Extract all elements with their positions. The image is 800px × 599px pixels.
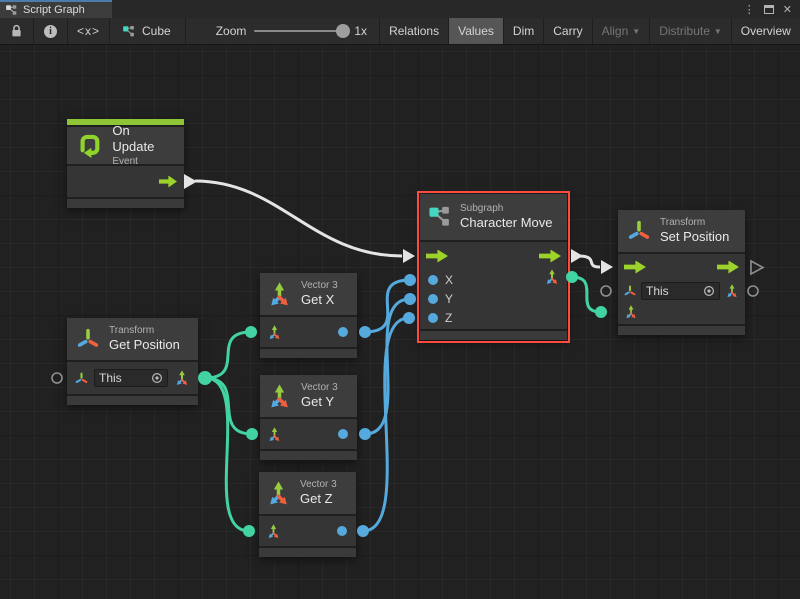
flow-output-port[interactable] xyxy=(717,261,739,274)
graph-object-selector[interactable]: Cube xyxy=(110,18,186,44)
code-view-button[interactable]: <x> xyxy=(68,18,110,44)
transform-icon xyxy=(626,218,652,244)
vector3-output-port[interactable] xyxy=(543,268,561,286)
node-subtitle: Vector 3 xyxy=(301,382,338,395)
node-footer xyxy=(420,331,567,340)
vector3-output-port[interactable] xyxy=(173,369,191,387)
flow-input-port[interactable] xyxy=(624,261,646,274)
chevron-down-icon: ▼ xyxy=(632,28,640,36)
tab-title: Script Graph xyxy=(23,4,85,16)
object-picker-icon[interactable] xyxy=(703,285,715,297)
node-title: Get Z xyxy=(300,491,337,507)
node-title: Get Position xyxy=(109,337,180,353)
transform-icon xyxy=(623,284,637,298)
zoom-label: Zoom xyxy=(216,24,247,38)
float-output-port[interactable] xyxy=(337,526,347,536)
node-character-move[interactable]: Subgraph Character Move X Y Z xyxy=(420,194,567,340)
values-button[interactable]: Values xyxy=(449,18,504,44)
relations-button[interactable]: Relations xyxy=(380,18,449,44)
lock-button[interactable] xyxy=(0,18,34,44)
node-footer xyxy=(259,548,356,557)
input-port-z[interactable] xyxy=(428,313,438,323)
node-get-z[interactable]: Vector 3 Get Z xyxy=(259,472,356,557)
input-port-y[interactable] xyxy=(428,294,438,304)
vector3-input-port[interactable] xyxy=(266,324,283,341)
zoom-slider[interactable] xyxy=(254,24,346,38)
tab-script-graph[interactable]: Script Graph xyxy=(0,0,112,18)
node-title: Get X xyxy=(301,292,338,308)
code-icon: <x> xyxy=(77,24,100,38)
script-graph-window: Script Graph ⋮ ✕ i <x> xyxy=(0,0,800,599)
node-footer xyxy=(618,326,745,335)
script-graph-icon xyxy=(5,4,18,16)
window-maximize-icon[interactable] xyxy=(764,5,774,14)
vector3-icon xyxy=(265,480,292,507)
vector3-input-port[interactable] xyxy=(266,426,283,443)
window-close-icon[interactable]: ✕ xyxy=(783,3,792,16)
dim-button[interactable]: Dim xyxy=(504,18,544,44)
float-output-port[interactable] xyxy=(338,429,348,439)
window-menu-icon[interactable]: ⋮ xyxy=(744,3,755,16)
subgraph-icon xyxy=(428,205,452,229)
port-label-z: Z xyxy=(445,311,452,325)
port-label-y: Y xyxy=(445,292,453,306)
node-set-position[interactable]: Transform Set Position This xyxy=(618,210,745,335)
node-get-x[interactable]: Vector 3 Get X xyxy=(260,273,357,358)
vector3-input-port[interactable] xyxy=(623,304,639,320)
node-subtitle: Vector 3 xyxy=(301,280,338,293)
port-label-x: X xyxy=(445,273,453,287)
zoom-value: 1x xyxy=(354,24,367,38)
float-output-port[interactable] xyxy=(338,327,348,337)
chevron-down-icon: ▼ xyxy=(714,28,722,36)
this-object-field[interactable]: This xyxy=(641,282,720,300)
info-icon: i xyxy=(44,25,57,38)
node-on-update[interactable]: On Update Event xyxy=(67,119,184,208)
distribute-button[interactable]: Distribute▼ xyxy=(650,18,732,44)
align-button[interactable]: Align▼ xyxy=(593,18,651,44)
transform-icon xyxy=(74,371,89,386)
flow-input-port[interactable] xyxy=(426,250,448,263)
node-subtitle: Subgraph xyxy=(460,203,552,216)
node-title: Set Position xyxy=(660,229,729,245)
vector3-icon xyxy=(266,383,293,410)
node-title: Get Y xyxy=(301,394,338,410)
node-subtitle: Transform xyxy=(660,217,729,230)
node-footer xyxy=(67,396,198,405)
node-footer xyxy=(260,451,357,460)
vector3-input-port[interactable] xyxy=(265,523,282,540)
node-get-position[interactable]: Transform Get Position This xyxy=(67,318,198,405)
loop-event-icon xyxy=(75,131,104,161)
vector3-output-port[interactable] xyxy=(724,283,740,299)
node-get-y[interactable]: Vector 3 Get Y xyxy=(260,375,357,460)
graph-toolbar: i <x> Cube Zoom 1x Relations Values Di xyxy=(0,18,800,45)
node-subtitle: Transform xyxy=(109,325,180,338)
node-subtitle: Vector 3 xyxy=(300,479,337,492)
flow-output-port[interactable] xyxy=(539,250,561,263)
zoom-slider-handle[interactable] xyxy=(336,24,350,38)
tab-bar: Script Graph ⋮ ✕ xyxy=(0,0,800,18)
graph-object-name: Cube xyxy=(142,24,171,38)
vector3-icon xyxy=(266,281,293,308)
transform-icon xyxy=(75,326,101,352)
input-port-x[interactable] xyxy=(428,275,438,285)
graph-object-icon xyxy=(122,25,136,38)
carry-button[interactable]: Carry xyxy=(544,18,592,44)
node-title: Character Move xyxy=(460,215,552,231)
node-title: On Update xyxy=(112,123,174,156)
overview-button[interactable]: Overview xyxy=(732,18,800,44)
object-picker-icon[interactable] xyxy=(151,372,163,384)
zoom-slider-track[interactable] xyxy=(254,30,346,32)
info-button[interactable]: i xyxy=(34,18,68,44)
lock-icon xyxy=(10,24,23,38)
node-footer xyxy=(67,199,184,208)
node-footer xyxy=(260,349,357,358)
flow-output-port[interactable] xyxy=(159,176,177,188)
this-object-field[interactable]: This xyxy=(94,369,168,387)
